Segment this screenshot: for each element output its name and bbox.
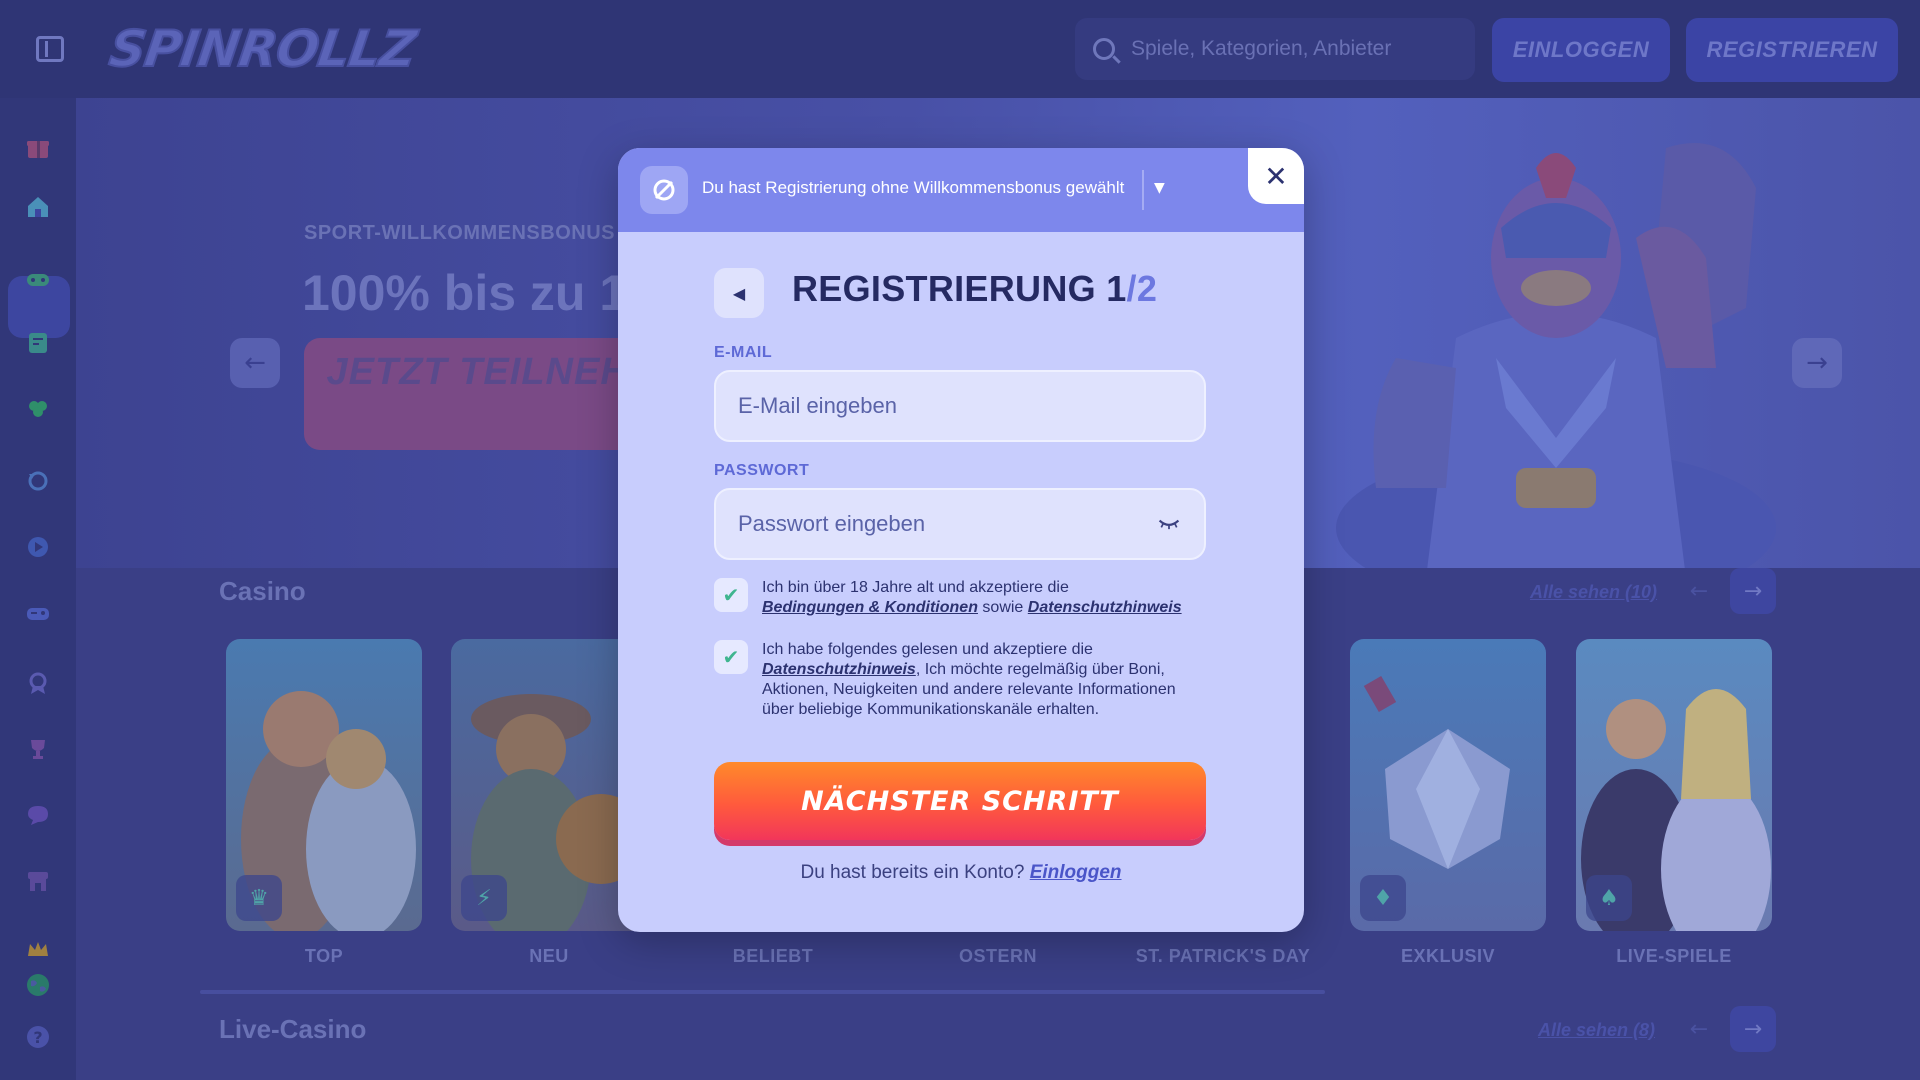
no-bonus-icon <box>640 166 688 214</box>
bonus-notice-text: Du hast Registrierung ohne Willkommensbo… <box>702 178 1125 197</box>
crown-icon[interactable] <box>23 934 53 964</box>
diamond-icon: ♦ <box>1360 875 1406 921</box>
category-card-live-spiele[interactable]: ♠ <box>1576 639 1772 931</box>
login-button[interactable]: EINLOGGEN <box>1492 18 1670 82</box>
svg-text:?: ? <box>33 1028 42 1047</box>
medal-icon[interactable] <box>23 668 53 698</box>
hero-title: 100% bis zu 1 <box>302 265 628 321</box>
terms-text: Ich bin über 18 Jahre alt und akzeptiere… <box>762 578 1192 618</box>
search-icon <box>1093 38 1115 60</box>
cards-icon: ♠ <box>1586 875 1632 921</box>
trophy-icon[interactable] <box>23 734 53 764</box>
hero-prev-arrow-icon[interactable]: ← <box>230 338 280 388</box>
live-casino-see-all-link[interactable]: Alle sehen (8) <box>1538 1020 1655 1041</box>
lightning-icon: ⚡ <box>461 875 507 921</box>
bonus-notice-bar[interactable]: Du hast Registrierung ohne Willkommensbo… <box>618 148 1304 232</box>
casino-see-all-link[interactable]: Alle sehen (10) <box>1530 582 1657 603</box>
login-link[interactable]: Einloggen <box>1030 862 1122 883</box>
home-icon[interactable] <box>23 192 53 222</box>
eye-closed-icon[interactable] <box>1156 518 1182 530</box>
controller-icon[interactable] <box>23 264 53 294</box>
crown-icon: ♛ <box>236 875 282 921</box>
live-casino-next-arrow-icon[interactable]: → <box>1730 1006 1776 1052</box>
category-label: OSTERN <box>958 946 1037 966</box>
chevron-down-icon[interactable]: ▼ <box>1154 180 1165 196</box>
carousel-scrollbar[interactable] <box>200 990 1325 994</box>
refresh-icon[interactable] <box>23 466 53 496</box>
help-icon[interactable]: ? <box>23 1022 53 1052</box>
modal-title-total: /2 <box>1126 268 1158 309</box>
terms-text-part: Ich bin über 18 Jahre alt und akzeptiere… <box>762 579 1069 596</box>
category-label: NEU <box>529 946 569 966</box>
back-arrow-icon[interactable]: ◀ <box>714 268 764 318</box>
chat-icon[interactable] <box>23 800 53 830</box>
category-card-top[interactable]: ♛ <box>226 639 422 931</box>
marketing-text-part: Ich habe folgendes gelesen und akzeptier… <box>762 641 1093 658</box>
terms-checkbox[interactable]: ✔ <box>714 578 748 612</box>
casino-section-title: Casino <box>219 576 306 606</box>
close-button[interactable]: ✕ <box>1248 148 1304 204</box>
category-label: TOP <box>304 946 344 966</box>
terms-text-part: sowie <box>982 599 1024 616</box>
marketing-text: Ich habe folgendes gelesen und akzeptier… <box>762 640 1192 720</box>
checkmark-icon: ✔ <box>722 645 740 669</box>
registration-modal: Du hast Registrierung ohne Willkommensbo… <box>618 148 1304 932</box>
top-header: SPINROLLZ EINLOGGEN REGISTRIEREN <box>0 0 1920 98</box>
search-input[interactable] <box>1131 37 1461 61</box>
email-label: E-MAIL <box>714 344 773 361</box>
category-card-exklusiv[interactable]: ♦ <box>1350 639 1546 931</box>
sidebar: ? <box>0 98 76 1080</box>
gift-icon[interactable] <box>23 132 53 162</box>
live-casino-prev-arrow-icon[interactable]: ← <box>1676 1006 1722 1052</box>
marketing-privacy-link[interactable]: Datenschutzhinweis <box>762 661 916 678</box>
register-button[interactable]: REGISTRIEREN <box>1686 18 1898 82</box>
globe-icon[interactable] <box>23 970 53 1000</box>
category-label: BELIEBT <box>732 946 814 966</box>
email-field[interactable] <box>714 370 1206 442</box>
existing-account-line: Du hast bereits ein Konto? Einloggen <box>618 862 1304 884</box>
privacy-link[interactable]: Datenschutzhinweis <box>1028 599 1182 616</box>
next-step-button[interactable]: NÄCHSTER SCHRITT <box>714 762 1206 840</box>
modal-title: REGISTRIERUNG 1/2 <box>792 268 1157 310</box>
wrestler-illustration <box>1336 143 1776 568</box>
shop-icon[interactable] <box>23 866 53 896</box>
search-bar[interactable] <box>1075 18 1475 80</box>
sidebar-toggle-icon[interactable] <box>36 36 64 62</box>
casino-prev-arrow-icon[interactable]: ← <box>1676 568 1722 614</box>
clover-icon[interactable] <box>23 394 53 424</box>
sports-icon[interactable] <box>23 328 53 358</box>
password-field[interactable] <box>714 488 1206 560</box>
site-logo[interactable]: SPINROLLZ <box>105 19 420 79</box>
casino-next-arrow-icon[interactable]: → <box>1730 568 1776 614</box>
email-input[interactable] <box>738 393 1182 419</box>
category-label: ST. PATRICK'S DAY <box>1135 946 1311 966</box>
terms-conditions-link[interactable]: Bedingungen & Konditionen <box>762 599 978 616</box>
marketing-checkbox[interactable]: ✔ <box>714 640 748 674</box>
modal-title-step: REGISTRIERUNG 1 <box>792 268 1127 309</box>
gamepad-icon[interactable] <box>23 598 53 628</box>
account-question: Du hast bereits ein Konto? <box>800 862 1025 883</box>
bonus-divider <box>1142 170 1144 210</box>
password-label: PASSWORT <box>714 462 810 479</box>
category-label: EXKLUSIV <box>1400 946 1496 966</box>
password-input[interactable] <box>738 511 1138 537</box>
hero-subtitle: SPORT-WILLKOMMENSBONUS <box>304 222 615 244</box>
play-icon[interactable] <box>23 532 53 562</box>
checkmark-icon: ✔ <box>722 583 740 607</box>
live-casino-section-title: Live-Casino <box>219 1014 367 1044</box>
category-label: LIVE-SPIELE <box>1616 946 1732 966</box>
